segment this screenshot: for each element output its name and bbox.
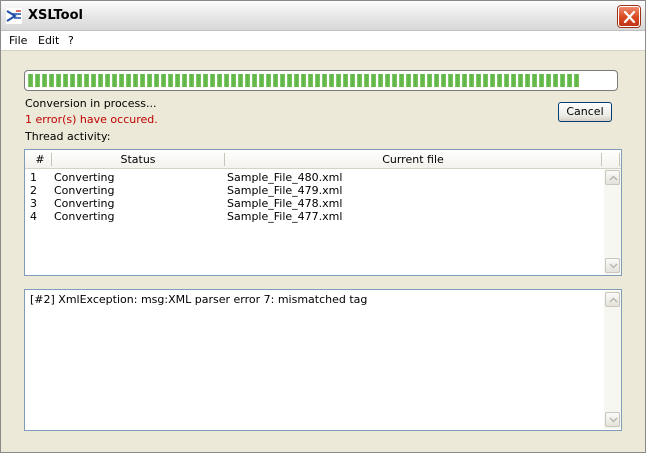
scroll-down-button[interactable] (605, 258, 620, 273)
thread-number: 1 (30, 171, 37, 184)
thread-current-file: Sample_File_477.xml (227, 210, 343, 223)
menu-file[interactable]: File (9, 34, 27, 47)
thread-activity-list[interactable]: # Status Current file 1 Converting Sampl… (24, 149, 622, 276)
progress-fill (28, 74, 579, 87)
column-divider[interactable] (619, 153, 620, 166)
log-entry: [#2] XmlException: msg:XML parser error … (30, 293, 368, 306)
table-row[interactable]: 4 Converting Sample_File_477.xml (25, 210, 603, 223)
xsltool-window: XSLTool File Edit ? Conversion in proces… (0, 0, 646, 453)
chevron-up-icon (609, 175, 618, 181)
column-header-status[interactable]: Status (52, 153, 224, 166)
table-row[interactable]: 3 Converting Sample_File_478.xml (25, 197, 603, 210)
cancel-button[interactable]: Cancel (558, 102, 612, 122)
error-count: 1 error(s) have occured. (25, 113, 158, 126)
error-log[interactable]: [#2] XmlException: msg:XML parser error … (24, 289, 622, 431)
thread-number: 4 (30, 210, 37, 223)
column-header-current-file[interactable]: Current file (225, 153, 601, 166)
chevron-down-icon (609, 417, 618, 423)
column-divider[interactable] (601, 153, 602, 166)
thread-status: Converting (54, 197, 115, 210)
xsltool-app-icon (6, 8, 22, 24)
thread-status: Converting (54, 171, 115, 184)
conversion-progress-bar (24, 70, 618, 91)
thread-status: Converting (54, 210, 115, 223)
chevron-up-icon (609, 297, 618, 303)
scroll-down-button[interactable] (605, 412, 620, 427)
thread-list-scrollbar[interactable] (604, 169, 621, 275)
thread-current-file: Sample_File_479.xml (227, 184, 343, 197)
menu-bar: File Edit ? (1, 31, 645, 51)
table-row[interactable]: 1 Converting Sample_File_480.xml (25, 171, 603, 184)
thread-number: 3 (30, 197, 37, 210)
table-row[interactable]: 2 Converting Sample_File_479.xml (25, 184, 603, 197)
thread-current-file: Sample_File_478.xml (227, 197, 343, 210)
thread-current-file: Sample_File_480.xml (227, 171, 343, 184)
menu-help[interactable]: ? (68, 34, 74, 47)
close-icon (623, 11, 636, 23)
title-bar[interactable]: XSLTool (1, 1, 645, 31)
close-button[interactable] (618, 6, 640, 27)
chevron-down-icon (609, 263, 618, 269)
scroll-up-button[interactable] (605, 170, 620, 185)
window-title: XSLTool (28, 8, 83, 23)
list-header: # Status Current file (25, 150, 621, 169)
thread-activity-label: Thread activity: (25, 130, 111, 143)
column-header-number[interactable]: # (29, 153, 51, 166)
scroll-up-button[interactable] (605, 292, 620, 307)
thread-number: 2 (30, 184, 37, 197)
conversion-status: Conversion in process... (25, 97, 157, 110)
error-log-scrollbar[interactable] (604, 291, 621, 429)
menu-edit[interactable]: Edit (38, 34, 59, 47)
thread-status: Converting (54, 184, 115, 197)
